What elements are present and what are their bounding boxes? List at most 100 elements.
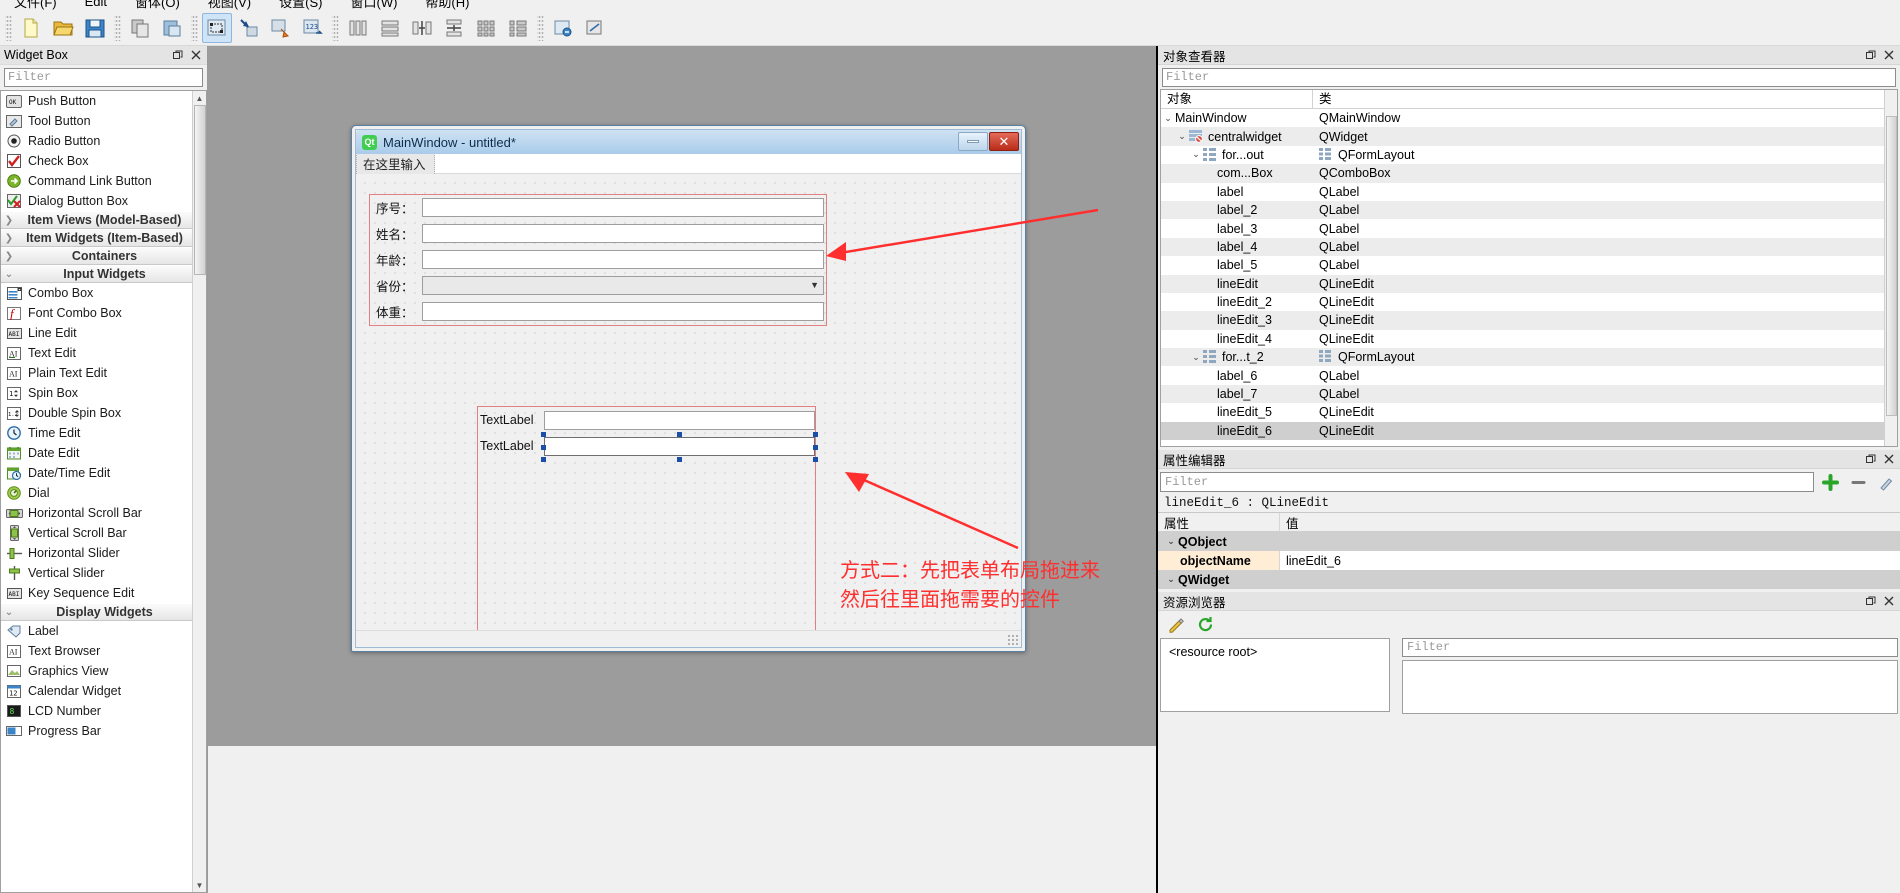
widget-item-combo-box[interactable]: Combo Box bbox=[1, 283, 206, 303]
tree-row[interactable]: label QLabel bbox=[1161, 183, 1897, 201]
widget-item-line-edit[interactable]: ABI Line Edit bbox=[1, 323, 206, 343]
widget-item-key-sequence-edit[interactable]: ABI Key Sequence Edit bbox=[1, 583, 206, 603]
resize-handle[interactable] bbox=[677, 432, 682, 437]
resize-handle[interactable] bbox=[813, 432, 818, 437]
toolbar-grip-3[interactable] bbox=[191, 14, 198, 41]
layout-grid-icon[interactable] bbox=[471, 13, 501, 43]
property-group-row[interactable]: ⌄ QWidget bbox=[1158, 570, 1900, 589]
menu-edit[interactable]: Edit bbox=[71, 0, 121, 9]
pencil-icon[interactable] bbox=[1168, 616, 1185, 636]
configure-icon[interactable] bbox=[1874, 472, 1898, 492]
widget-item-command-link-button[interactable]: Command Link Button bbox=[1, 171, 206, 191]
restore-icon[interactable] bbox=[1864, 594, 1878, 608]
widget-item-vertical-slider[interactable]: Vertical Slider bbox=[1, 563, 206, 583]
line-edit-field[interactable] bbox=[422, 250, 824, 269]
restore-icon[interactable] bbox=[1864, 452, 1878, 466]
form-row[interactable]: 年龄： bbox=[370, 247, 826, 272]
resize-handle[interactable] bbox=[541, 445, 546, 450]
toolbar-grip-4[interactable] bbox=[332, 14, 339, 41]
design-window-titlebar[interactable]: Qt MainWindow - untitled* ✕ bbox=[356, 130, 1021, 154]
form-row[interactable]: TextLabel bbox=[478, 409, 815, 431]
widget-item-horizontal-slider[interactable]: Horizontal Slider bbox=[1, 543, 206, 563]
copy-icon[interactable] bbox=[125, 13, 155, 43]
toolbar-grip-2[interactable] bbox=[114, 14, 121, 41]
tree-row[interactable]: lineEdit_5 QLineEdit bbox=[1161, 403, 1897, 421]
tree-row[interactable]: label_5 QLabel bbox=[1161, 256, 1897, 274]
line-edit-field[interactable] bbox=[422, 198, 824, 217]
tree-row-selected[interactable]: lineEdit_6 QLineEdit bbox=[1161, 421, 1897, 441]
widget-item-date-time-edit[interactable]: Date/Time Edit bbox=[1, 463, 206, 483]
chevron-down-icon[interactable]: ⌄ bbox=[1189, 352, 1203, 363]
layout-vertically-icon[interactable] bbox=[375, 13, 405, 43]
tree-row[interactable]: label_2 QLabel bbox=[1161, 200, 1897, 220]
add-icon[interactable] bbox=[1818, 472, 1842, 492]
close-icon[interactable] bbox=[1882, 452, 1896, 466]
close-icon[interactable] bbox=[189, 48, 203, 62]
widget-item-push-button[interactable]: OK Push Button bbox=[1, 91, 206, 111]
resize-handle[interactable] bbox=[813, 445, 818, 450]
form-row[interactable]: 体重： bbox=[370, 299, 826, 324]
tree-row[interactable]: label_7 QLabel bbox=[1161, 384, 1897, 404]
widget-item-horizontal-scroll-bar[interactable]: Horizontal Scroll Bar bbox=[1, 503, 206, 523]
widget-item-dialog-button-box[interactable]: Dialog Button Box bbox=[1, 191, 206, 211]
form-row[interactable]: 姓名： bbox=[370, 221, 826, 246]
chevron-down-icon[interactable]: ⌄ bbox=[1164, 574, 1178, 585]
layout-splitter-h-icon[interactable] bbox=[407, 13, 437, 43]
tree-row[interactable]: label_6 QLabel bbox=[1161, 366, 1897, 384]
line-edit-field[interactable] bbox=[544, 410, 815, 430]
object-tree-scrollbar[interactable] bbox=[1884, 90, 1897, 446]
open-folder-icon[interactable] bbox=[48, 13, 78, 43]
widget-item-graphics-view[interactable]: Graphics View bbox=[1, 661, 206, 681]
chevron-down-icon[interactable]: ⌄ bbox=[1161, 113, 1175, 124]
close-icon[interactable] bbox=[1882, 48, 1896, 62]
toolbar-grip-5[interactable] bbox=[537, 14, 544, 41]
edit-widgets-icon[interactable] bbox=[202, 12, 232, 43]
widget-item-lcd-number[interactable]: 8 LCD Number bbox=[1, 701, 206, 721]
resize-handle[interactable] bbox=[541, 432, 546, 437]
menu-view[interactable]: 视图(V) bbox=[194, 0, 265, 10]
widget-box-filter-input[interactable]: Filter bbox=[4, 68, 203, 87]
tree-row[interactable]: ⌄ for...t_2 QFormLayout bbox=[1161, 348, 1897, 367]
property-value[interactable]: lineEdit_6 bbox=[1280, 551, 1900, 570]
tree-row[interactable]: ⌄ for...out QFormLayout bbox=[1161, 146, 1897, 164]
widget-item-label[interactable]: Label bbox=[1, 621, 206, 641]
widget-item-radio-button[interactable]: Radio Button bbox=[1, 131, 206, 151]
tree-row[interactable]: lineEdit_2 QLineEdit bbox=[1161, 293, 1897, 311]
tree-row[interactable]: ⌄ MainWindow QMainWindow bbox=[1161, 109, 1897, 127]
tree-row[interactable]: label_4 QLabel bbox=[1161, 237, 1897, 257]
property-column-value[interactable]: 值 bbox=[1280, 513, 1900, 531]
form-row[interactable]: 省份： ▼ bbox=[370, 273, 826, 298]
resize-handle[interactable] bbox=[813, 457, 818, 462]
tree-row[interactable]: ⌄ centralwidget QWidget bbox=[1161, 127, 1897, 146]
resource-tree[interactable]: <resource root> bbox=[1160, 638, 1390, 712]
widget-category-input-widgets[interactable]: ⌄ Input Widgets bbox=[1, 265, 206, 283]
chevron-down-icon[interactable]: ⌄ bbox=[1164, 536, 1178, 547]
toolbar-grip[interactable] bbox=[5, 14, 12, 41]
tree-row[interactable]: com...Box QComboBox bbox=[1161, 164, 1897, 183]
restore-icon[interactable] bbox=[171, 48, 185, 62]
tree-row[interactable]: label_3 QLabel bbox=[1161, 219, 1897, 237]
widget-item-time-edit[interactable]: Time Edit bbox=[1, 423, 206, 443]
widget-item-text-browser[interactable]: AI Text Browser bbox=[1, 641, 206, 661]
widget-item-vertical-scroll-bar[interactable]: Vertical Scroll Bar bbox=[1, 523, 206, 543]
adjust-size-icon[interactable] bbox=[580, 13, 610, 43]
property-filter-input[interactable]: Filter bbox=[1160, 472, 1814, 492]
tree-row[interactable]: lineEdit QLineEdit bbox=[1161, 274, 1897, 293]
resize-handle[interactable] bbox=[677, 457, 682, 462]
widget-item-calendar-widget[interactable]: 12 Calendar Widget bbox=[1, 681, 206, 701]
close-button[interactable]: ✕ bbox=[989, 132, 1019, 151]
object-inspector-tree[interactable]: 对象 类 ⌄ MainWindow QMainWindow ⌄ centralwid… bbox=[1160, 89, 1898, 447]
form-layout-1[interactable]: 序号： 姓名： 年龄： 省份： ▼ 体重： bbox=[369, 194, 827, 326]
tree-header-class[interactable]: 类 bbox=[1313, 90, 1897, 108]
widget-item-date-edit[interactable]: Date Edit bbox=[1, 443, 206, 463]
design-window-menubar[interactable]: 在这里输入 bbox=[356, 151, 1021, 176]
form-row[interactable]: 序号： bbox=[370, 195, 826, 220]
object-inspector-filter-input[interactable]: Filter bbox=[1162, 68, 1896, 87]
layout-horizontally-icon[interactable] bbox=[343, 13, 373, 43]
form-row[interactable]: TextLabel bbox=[478, 435, 815, 457]
property-table[interactable]: 属性 值 ⌄ QObject objectName lineEdit_6 ⌄ QWi… bbox=[1158, 512, 1900, 589]
edit-signals-icon[interactable] bbox=[234, 13, 264, 43]
size-grip-icon[interactable] bbox=[1007, 634, 1018, 645]
menu-window[interactable]: 窗口(W) bbox=[336, 0, 411, 10]
paste-icon[interactable] bbox=[157, 13, 187, 43]
